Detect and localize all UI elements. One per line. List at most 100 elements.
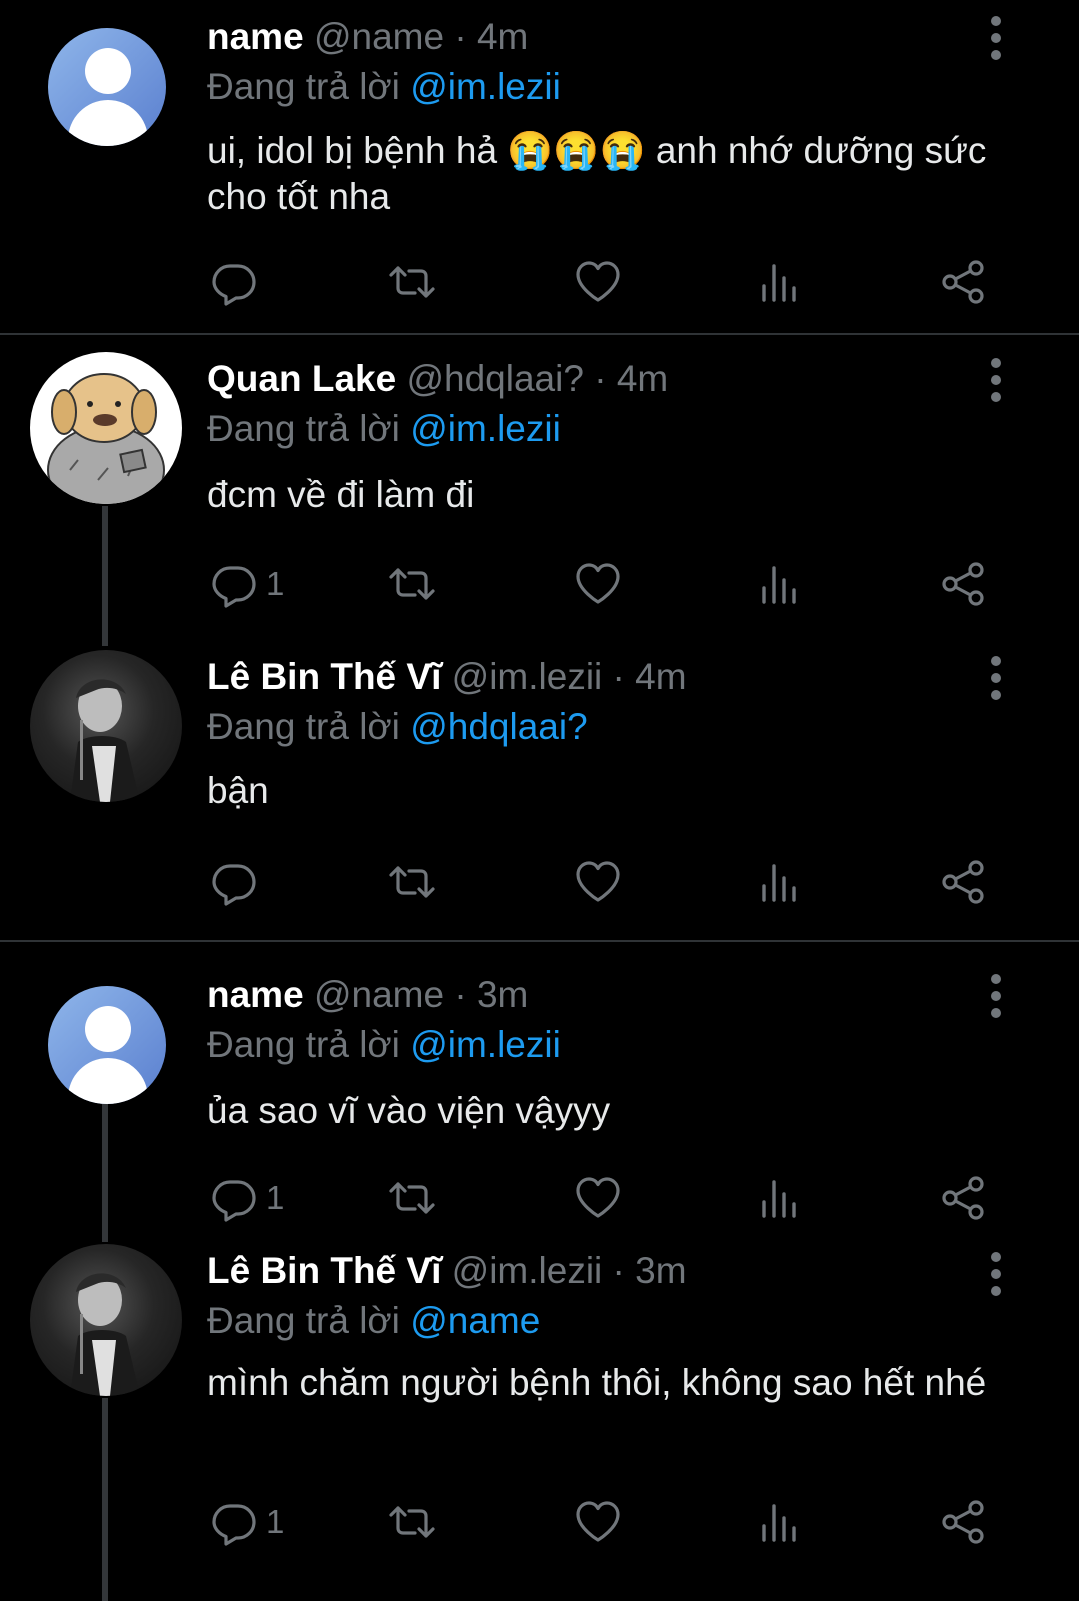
user-handle[interactable]: @name xyxy=(314,974,444,1015)
reply-icon xyxy=(210,560,258,608)
reply-button[interactable] xyxy=(210,252,266,312)
tweet-actions: 1 xyxy=(0,1168,1079,1228)
share-button[interactable] xyxy=(940,1492,988,1552)
tweet-actions xyxy=(0,252,1079,312)
reply-button[interactable]: 1 xyxy=(210,1492,284,1552)
retweet-button[interactable] xyxy=(388,1492,436,1552)
tweet-header: name @name · 3m xyxy=(207,974,528,1016)
mention-link[interactable]: @im.lezii xyxy=(410,66,561,107)
like-button[interactable] xyxy=(574,1168,622,1228)
more-options-icon[interactable] xyxy=(982,1252,1010,1296)
like-icon xyxy=(574,258,622,306)
tweet-header: Quan Lake @hdqlaai? · 4m xyxy=(207,358,668,400)
tweet[interactable]: Lê Bin Thế Vĩ @im.lezii · 4m Đang trả lờ… xyxy=(0,636,1079,936)
avatar[interactable] xyxy=(30,1244,182,1396)
share-icon xyxy=(940,560,988,608)
mention-link[interactable]: @im.lezii xyxy=(410,1024,561,1065)
divider xyxy=(0,333,1079,335)
reply-icon xyxy=(210,1174,258,1222)
user-handle[interactable]: @im.lezii xyxy=(452,1250,603,1291)
like-button[interactable] xyxy=(574,852,622,912)
reply-button[interactable]: 1 xyxy=(210,554,284,614)
profile-photo xyxy=(70,679,140,802)
views-icon xyxy=(756,858,804,906)
replying-to-label: Đang trả lời xyxy=(207,1024,400,1065)
more-options-icon[interactable] xyxy=(982,974,1010,1018)
tweet-actions: 1 xyxy=(0,554,1079,614)
user-handle[interactable]: @name xyxy=(314,16,444,57)
share-button[interactable] xyxy=(940,554,988,614)
default-avatar-body xyxy=(68,100,148,146)
tweet-actions xyxy=(0,852,1079,912)
timestamp[interactable]: 3m xyxy=(635,1250,686,1291)
mention-link[interactable]: @hdqlaai? xyxy=(410,706,587,747)
more-options-icon[interactable] xyxy=(982,656,1010,700)
tweet-text: mình chăm người bệnh thôi, không sao hết… xyxy=(207,1362,987,1403)
tweet-header: Lê Bin Thế Vĩ @im.lezii · 4m xyxy=(207,656,687,698)
timestamp[interactable]: 4m xyxy=(635,656,686,697)
retweet-icon xyxy=(388,858,436,906)
tweet[interactable]: Quan Lake @hdqlaai? · 4m Đang trả lời @i… xyxy=(0,336,1079,636)
tweet[interactable]: name @name · 3m Đang trả lời @im.lezii ủ… xyxy=(0,942,1079,1242)
like-button[interactable] xyxy=(574,1492,622,1552)
share-icon xyxy=(940,1498,988,1546)
default-avatar-head xyxy=(85,48,131,94)
share-button[interactable] xyxy=(940,1168,988,1228)
display-name[interactable]: name xyxy=(207,974,304,1015)
replying-to-label: Đang trả lời xyxy=(207,66,400,107)
display-name[interactable]: Quan Lake xyxy=(207,358,396,399)
reply-count: 1 xyxy=(266,1179,285,1216)
reply-icon xyxy=(210,1498,258,1546)
tweet[interactable]: Lê Bin Thế Vĩ @im.lezii · 3m Đang trả lờ… xyxy=(0,1240,1079,1601)
reply-count: 1 xyxy=(266,1503,285,1540)
timestamp[interactable]: 4m xyxy=(617,358,668,399)
share-button[interactable] xyxy=(940,252,988,312)
retweet-icon xyxy=(388,560,436,608)
avatar[interactable] xyxy=(48,28,166,146)
tweet-text: bận xyxy=(207,770,269,811)
replying-to: Đang trả lời @im.lezii xyxy=(207,1024,561,1066)
retweet-button[interactable] xyxy=(388,1168,436,1228)
mention-link[interactable]: @im.lezii xyxy=(410,408,561,449)
retweet-button[interactable] xyxy=(388,252,436,312)
views-button[interactable] xyxy=(756,1168,804,1228)
share-button[interactable] xyxy=(940,852,988,912)
views-button[interactable] xyxy=(756,852,804,912)
avatar[interactable] xyxy=(30,650,182,802)
more-options-icon[interactable] xyxy=(982,358,1010,402)
replying-to-label: Đang trả lời xyxy=(207,408,400,449)
more-options-icon[interactable] xyxy=(982,16,1010,60)
reply-button[interactable] xyxy=(210,852,266,912)
views-button[interactable] xyxy=(756,554,804,614)
avatar[interactable] xyxy=(30,352,182,504)
retweet-icon xyxy=(388,1498,436,1546)
separator-dot: · xyxy=(454,16,467,57)
mention-link[interactable]: @name xyxy=(410,1300,540,1341)
tweet-actions: 1 xyxy=(0,1492,1079,1552)
user-handle[interactable]: @hdqlaai? xyxy=(406,358,583,399)
like-button[interactable] xyxy=(574,252,622,312)
retweet-button[interactable] xyxy=(388,852,436,912)
timestamp[interactable]: 3m xyxy=(477,974,528,1015)
like-icon xyxy=(574,1498,622,1546)
retweet-button[interactable] xyxy=(388,554,436,614)
tweet-text: ui, idol bị bệnh hả 😭😭😭 anh nhớ dưỡng sứ… xyxy=(207,130,987,217)
like-button[interactable] xyxy=(574,554,622,614)
share-icon xyxy=(940,1174,988,1222)
reply-button[interactable]: 1 xyxy=(210,1168,284,1228)
default-avatar-body xyxy=(68,1058,148,1104)
tweet[interactable]: name @name · 4m Đang trả lời @im.lezii u… xyxy=(0,0,1079,330)
views-icon xyxy=(756,1498,804,1546)
share-icon xyxy=(940,258,988,306)
display-name[interactable]: Lê Bin Thế Vĩ xyxy=(207,656,441,697)
profile-photo xyxy=(70,1273,140,1396)
tweet-text: ủa sao vĩ vào viện vậyyy xyxy=(207,1090,611,1131)
views-button[interactable] xyxy=(756,1492,804,1552)
user-handle[interactable]: @im.lezii xyxy=(452,656,603,697)
views-button[interactable] xyxy=(756,252,804,312)
avatar[interactable] xyxy=(48,986,166,1104)
retweet-icon xyxy=(388,258,436,306)
display-name[interactable]: Lê Bin Thế Vĩ xyxy=(207,1250,441,1291)
timestamp[interactable]: 4m xyxy=(477,16,528,57)
display-name[interactable]: name xyxy=(207,16,304,57)
